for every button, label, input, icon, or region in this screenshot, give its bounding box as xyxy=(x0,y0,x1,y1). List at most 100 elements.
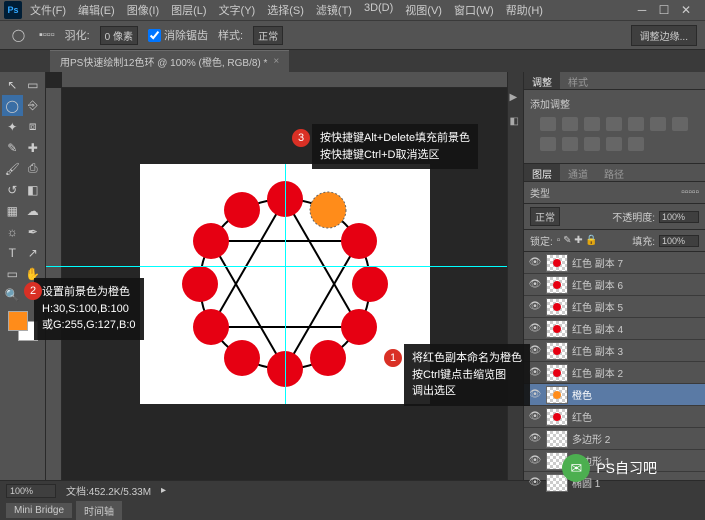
adj-icon[interactable] xyxy=(606,137,622,151)
layer-thumbnail[interactable] xyxy=(546,254,568,272)
visibility-icon[interactable]: 👁 xyxy=(528,454,542,468)
menu-item[interactable]: 图像(I) xyxy=(121,0,165,20)
dodge-tool[interactable]: ☼ xyxy=(2,221,23,242)
close-button[interactable]: ✕ xyxy=(679,3,693,17)
layer-item[interactable]: 👁红色 副本 3 xyxy=(524,340,705,362)
menu-item[interactable]: 文件(F) xyxy=(24,0,72,20)
adj-icon[interactable] xyxy=(584,137,600,151)
visibility-icon[interactable]: 👁 xyxy=(528,322,542,336)
layer-thumbnail[interactable] xyxy=(546,386,568,404)
menu-item[interactable]: 选择(S) xyxy=(261,0,310,20)
pen-tool[interactable]: ✒ xyxy=(23,221,44,242)
blur-tool[interactable]: ☁ xyxy=(23,200,44,221)
visibility-icon[interactable]: 👁 xyxy=(528,256,542,270)
layer-item[interactable]: 👁红色 副本 4 xyxy=(524,318,705,340)
adj-icon[interactable] xyxy=(540,117,556,131)
minimize-button[interactable]: ─ xyxy=(635,3,649,17)
bottom-tab[interactable]: 时间轴 xyxy=(76,501,122,520)
gradient-tool[interactable]: ▦ xyxy=(2,200,23,221)
strip-icon[interactable]: ▶ xyxy=(510,92,522,104)
menu-item[interactable]: 3D(D) xyxy=(358,0,399,20)
menu-item[interactable]: 编辑(E) xyxy=(72,0,121,20)
tab-adjustments[interactable]: 调整 xyxy=(524,72,560,89)
brush-tool[interactable]: 🖌 xyxy=(2,158,23,179)
zoom-tool[interactable]: 🔍 xyxy=(2,284,23,305)
eraser-tool[interactable]: ◧ xyxy=(23,179,44,200)
layer-thumbnail[interactable] xyxy=(546,364,568,382)
current-tool-icon[interactable]: ◯ xyxy=(8,25,29,46)
antialias-checkbox[interactable]: 消除锯齿 xyxy=(148,27,208,43)
artboard-tool[interactable]: ▭ xyxy=(23,74,44,95)
opacity-input[interactable]: 100% xyxy=(659,211,699,223)
layer-item[interactable]: 👁红色 副本 6 xyxy=(524,274,705,296)
shape-tool[interactable]: ▭ xyxy=(2,263,23,284)
menu-item[interactable]: 文字(Y) xyxy=(213,0,262,20)
visibility-icon[interactable]: 👁 xyxy=(528,344,542,358)
artboard[interactable] xyxy=(140,164,430,404)
layer-thumbnail[interactable] xyxy=(546,320,568,338)
layer-thumbnail[interactable] xyxy=(546,342,568,360)
blend-mode-dropdown[interactable]: 正常 xyxy=(530,207,560,226)
eyedropper-tool[interactable]: ✎ xyxy=(2,137,23,158)
adj-icon[interactable] xyxy=(540,137,556,151)
visibility-icon[interactable]: 👁 xyxy=(528,432,542,446)
layer-item[interactable]: 👁红色 xyxy=(524,406,705,428)
ruler-horizontal[interactable] xyxy=(62,72,507,88)
document-tab[interactable]: 用PS快速绘制12色环 @ 100% (橙色, RGB/8) * × xyxy=(50,50,289,72)
layer-item[interactable]: 👁红色 副本 7 xyxy=(524,252,705,274)
foreground-color[interactable] xyxy=(8,311,28,331)
menu-item[interactable]: 滤镜(T) xyxy=(310,0,358,20)
layer-item[interactable]: 👁红色 副本 2 xyxy=(524,362,705,384)
adj-icon[interactable] xyxy=(584,117,600,131)
layer-thumbnail[interactable] xyxy=(546,276,568,294)
adj-icon[interactable] xyxy=(562,117,578,131)
path-tool[interactable]: ↗ xyxy=(23,242,44,263)
menu-item[interactable]: 帮助(H) xyxy=(500,0,549,20)
heal-tool[interactable]: ✚ xyxy=(23,137,44,158)
layer-item[interactable]: 👁橙色 xyxy=(524,384,705,406)
visibility-icon[interactable]: 👁 xyxy=(528,300,542,314)
visibility-icon[interactable]: 👁 xyxy=(528,410,542,424)
menu-item[interactable]: 图层(L) xyxy=(165,0,212,20)
zoom-input[interactable]: 100% xyxy=(6,484,56,498)
fill-input[interactable]: 100% xyxy=(659,235,699,247)
history-icon[interactable]: ◧ xyxy=(510,116,522,128)
stamp-tool[interactable]: ⎙ xyxy=(23,158,44,179)
guide-line[interactable] xyxy=(46,266,507,267)
type-tool[interactable]: T xyxy=(2,242,23,263)
tab-图层[interactable]: 图层 xyxy=(524,164,560,181)
layer-thumbnail[interactable] xyxy=(546,408,568,426)
feather-input[interactable]: 0 像素 xyxy=(100,26,138,45)
adj-icon[interactable] xyxy=(606,117,622,131)
layer-item[interactable]: 👁多边形 2 xyxy=(524,428,705,450)
visibility-icon[interactable]: 👁 xyxy=(528,366,542,380)
adj-icon[interactable] xyxy=(628,117,644,131)
tab-路径[interactable]: 路径 xyxy=(596,164,632,181)
visibility-icon[interactable]: 👁 xyxy=(528,476,542,490)
refine-edge-button[interactable]: 调整边缘... xyxy=(631,25,697,46)
color-swatch[interactable] xyxy=(8,311,38,341)
menu-item[interactable]: 窗口(W) xyxy=(448,0,500,20)
adj-icon[interactable] xyxy=(672,117,688,131)
move-tool[interactable]: ↖ xyxy=(2,74,23,95)
marquee-tool[interactable]: ◯ xyxy=(2,95,23,116)
style-dropdown[interactable]: 正常 xyxy=(253,26,283,45)
tab-styles[interactable]: 样式 xyxy=(560,72,596,89)
lasso-tool[interactable]: ⎆ xyxy=(23,95,44,116)
layer-thumbnail[interactable] xyxy=(546,430,568,448)
tab-通道[interactable]: 通道 xyxy=(560,164,596,181)
visibility-icon[interactable]: 👁 xyxy=(528,278,542,292)
visibility-icon[interactable]: 👁 xyxy=(528,388,542,402)
crop-tool[interactable]: ⧈ xyxy=(23,116,44,137)
adj-icon[interactable] xyxy=(628,137,644,151)
history-brush-tool[interactable]: ↺ xyxy=(2,179,23,200)
menu-item[interactable]: 视图(V) xyxy=(399,0,448,20)
layer-thumbnail[interactable] xyxy=(546,298,568,316)
maximize-button[interactable]: ☐ xyxy=(657,3,671,17)
bottom-tab[interactable]: Mini Bridge xyxy=(6,503,72,518)
close-icon[interactable]: × xyxy=(273,56,279,67)
wand-tool[interactable]: ✦ xyxy=(2,116,23,137)
adj-icon[interactable] xyxy=(562,137,578,151)
layer-item[interactable]: 👁红色 副本 5 xyxy=(524,296,705,318)
adj-icon[interactable] xyxy=(650,117,666,131)
